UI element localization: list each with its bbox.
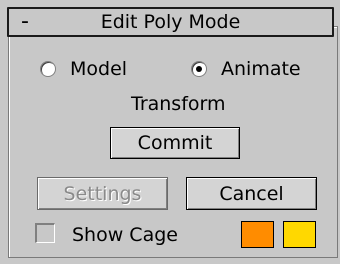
show-cage-label: Show Cage — [72, 224, 178, 246]
transform-label: Transform — [131, 93, 226, 115]
rollout-header[interactable]: - Edit Poly Mode — [7, 7, 334, 37]
show-cage-checkbox[interactable] — [35, 223, 55, 243]
cancel-button[interactable]: Cancel — [186, 177, 317, 210]
cage-color-swatch[interactable] — [241, 221, 274, 248]
selected-cage-color-swatch[interactable] — [283, 221, 316, 248]
model-radio-label: Model — [70, 58, 128, 80]
animate-radio[interactable]: Animate — [191, 58, 301, 80]
settings-button: Settings — [37, 177, 168, 210]
commit-button[interactable]: Commit — [110, 127, 240, 159]
rollout-title: Edit Poly Mode — [100, 11, 241, 33]
model-radio[interactable]: Model — [40, 58, 127, 80]
animate-radio-button[interactable] — [191, 61, 207, 77]
model-radio-button[interactable] — [40, 61, 56, 77]
animate-radio-label: Animate — [221, 58, 301, 80]
collapse-toggle[interactable]: - — [21, 10, 29, 34]
